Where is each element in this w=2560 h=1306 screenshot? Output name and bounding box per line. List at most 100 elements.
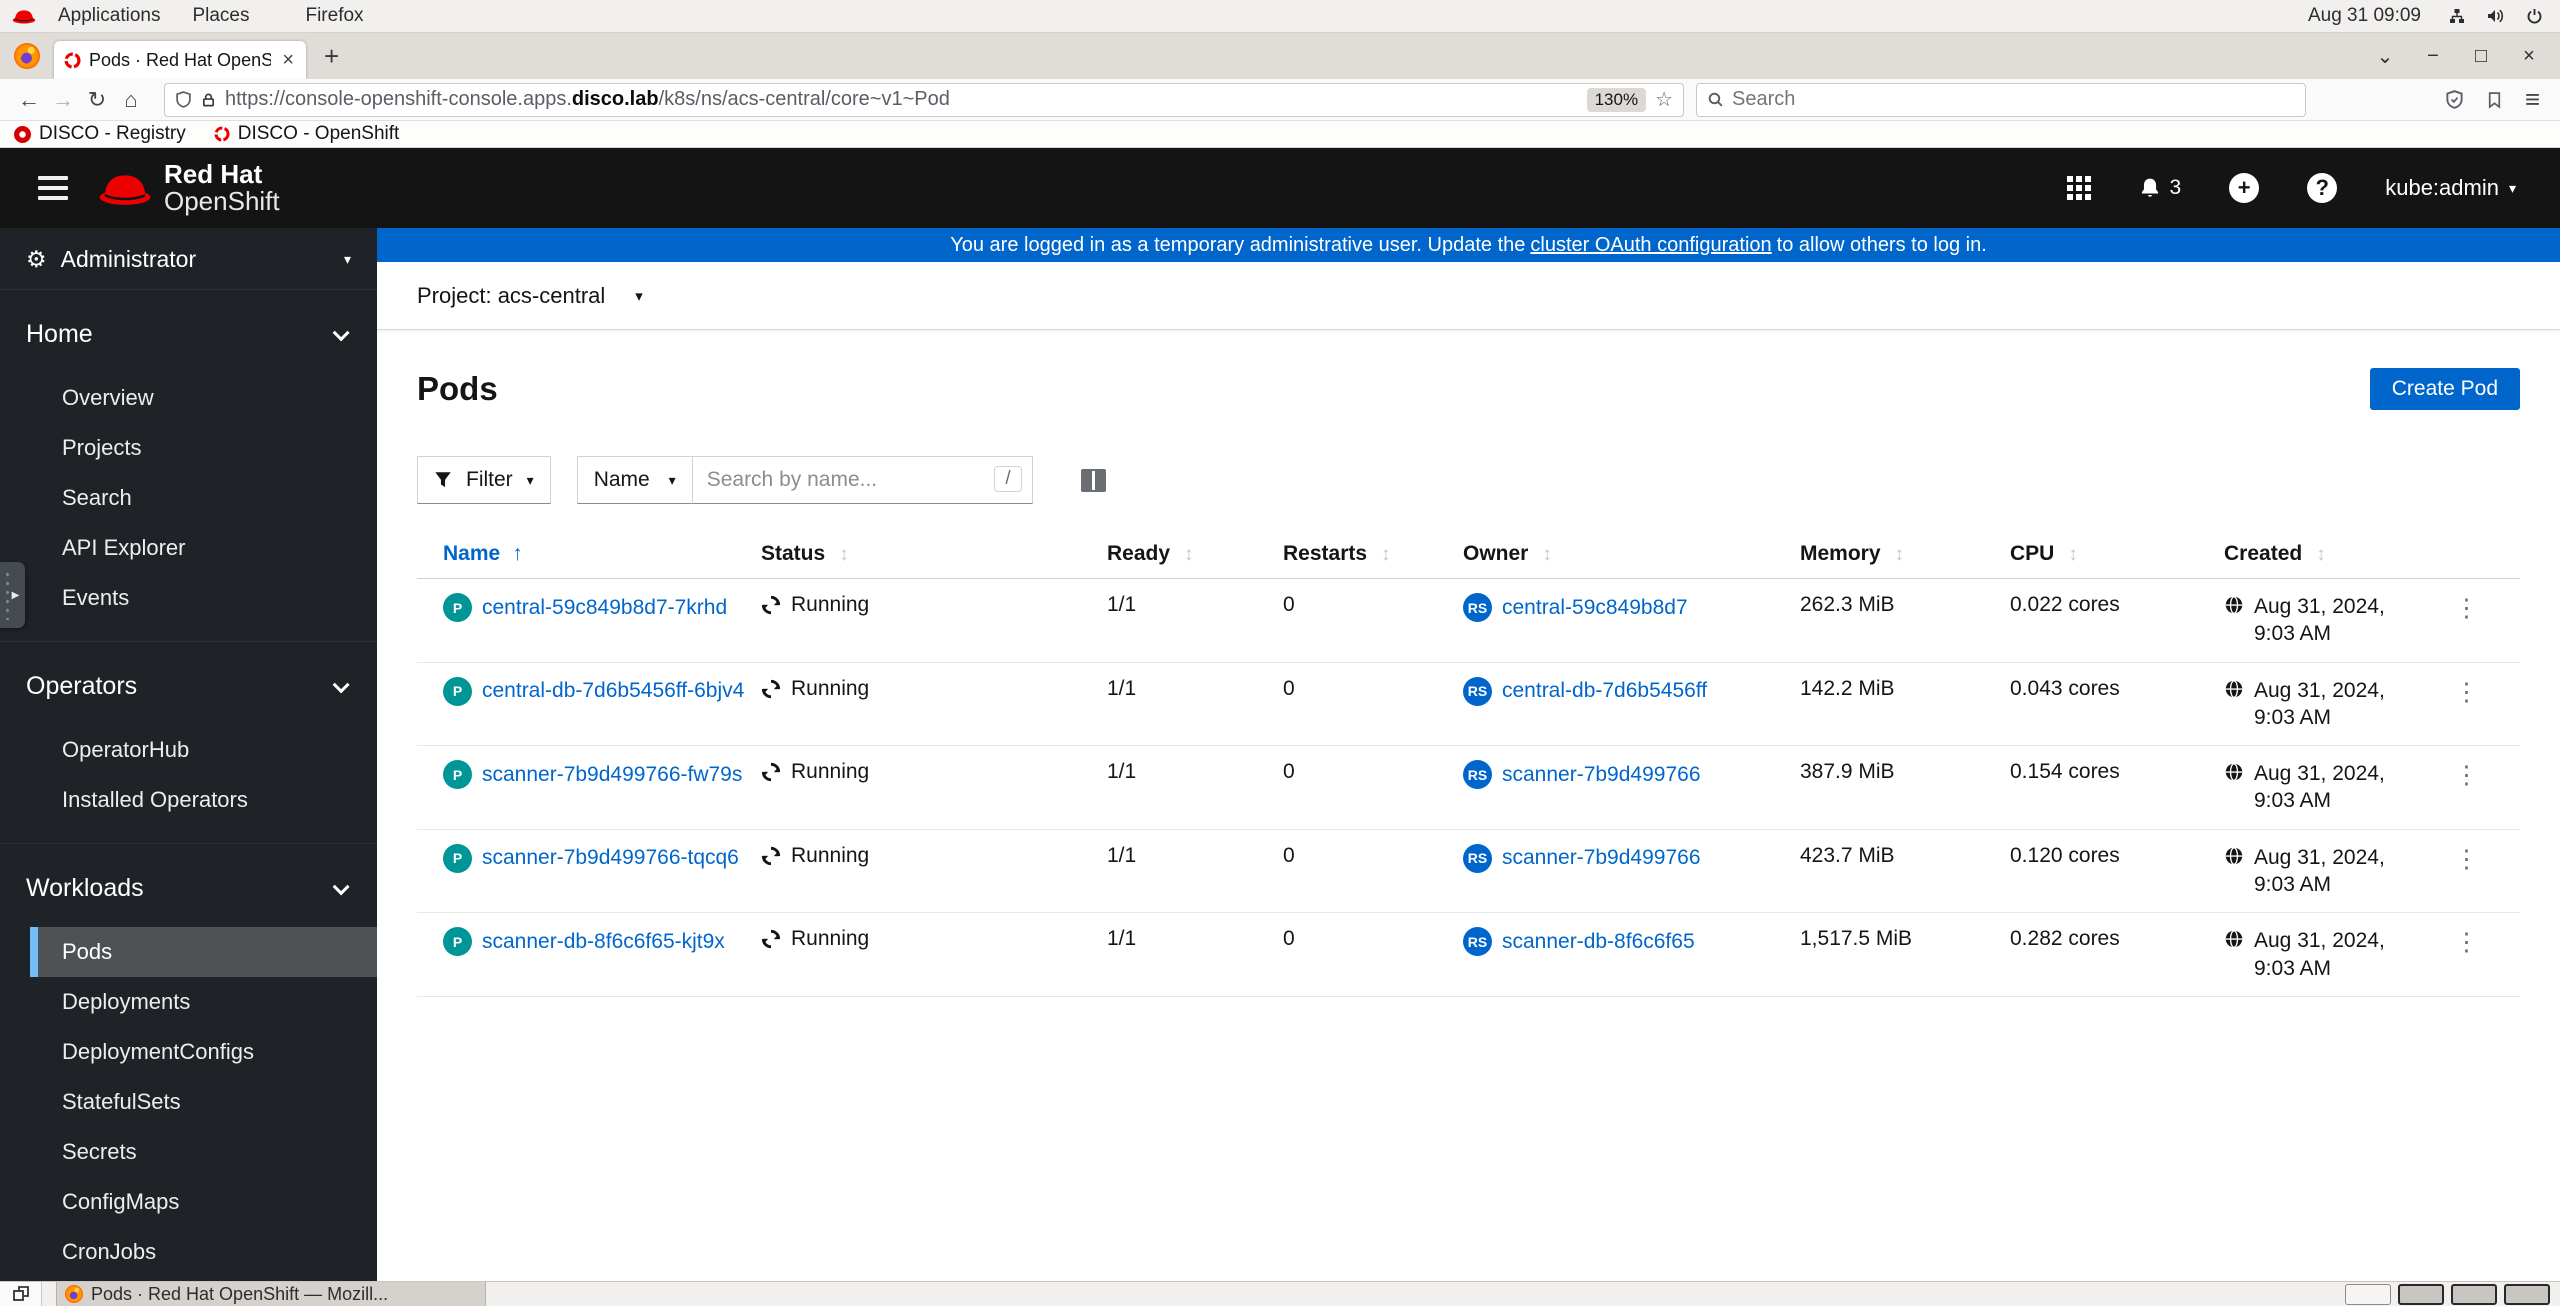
sidebar-item-api-explorer[interactable]: API Explorer — [30, 523, 377, 573]
user-menu[interactable]: kube:admin ▾ — [2385, 175, 2516, 201]
perspective-switcher[interactable]: ⚙ Administrator ▾ — [0, 228, 377, 290]
sidebar-item-pods[interactable]: Pods — [30, 927, 377, 977]
sidebar-section-operators[interactable]: Operators — [0, 656, 377, 725]
search-attribute-dropdown[interactable]: Name ▾ — [576, 456, 693, 504]
reload-button[interactable]: ↻ — [80, 87, 114, 113]
nav-toggle-icon[interactable] — [38, 176, 68, 200]
oauth-configuration-link[interactable]: cluster OAuth configuration — [1530, 234, 1771, 257]
owner-link[interactable]: scanner-7b9d499766 — [1502, 763, 1701, 787]
list-toolbar: Filter ▾ Name ▾ / — [417, 456, 2520, 504]
browser-tab[interactable]: Pods · Red Hat OpenShift × — [54, 41, 306, 79]
sidebar-item-cronjobs[interactable]: CronJobs — [30, 1227, 377, 1277]
pod-link[interactable]: scanner-db-8f6c6f65-kjt9x — [482, 930, 725, 954]
notifications-button[interactable]: 3 — [2139, 176, 2181, 200]
sidebar-section-workloads[interactable]: Workloads — [0, 858, 377, 927]
kebab-menu-icon[interactable]: ⋮ — [2448, 845, 2485, 873]
sidebar-item-statefulsets[interactable]: StatefulSets — [30, 1077, 377, 1127]
overlay-handle[interactable]: ▶ — [0, 562, 25, 628]
sidebar-item-deployments[interactable]: Deployments — [30, 977, 377, 1027]
protections-shield-icon[interactable] — [2445, 90, 2464, 109]
column-header-memory[interactable]: Memory ↕ — [1800, 530, 2010, 579]
status-text: Running — [791, 760, 870, 784]
zoom-indicator[interactable]: 130% — [1586, 87, 1647, 112]
workspace-2[interactable] — [2398, 1283, 2444, 1305]
column-header-owner[interactable]: Owner ↕ — [1463, 530, 1800, 579]
lock-icon[interactable] — [201, 92, 216, 108]
menu-applications[interactable]: Applications — [42, 5, 176, 27]
taskbar-window-item[interactable]: Pods · Red Hat OpenShift — Mozill... — [56, 1282, 486, 1306]
sidebar-item-configmaps[interactable]: ConfigMaps — [30, 1177, 377, 1227]
tab-close-icon[interactable]: × — [280, 49, 296, 72]
sidebar-item-events[interactable]: Events — [30, 573, 377, 623]
sidebar-item-installed-operators[interactable]: Installed Operators — [30, 775, 377, 825]
tab-title: Pods · Red Hat OpenShift — [89, 49, 272, 70]
sort-icon: ↕ — [1894, 544, 1905, 565]
network-icon[interactable] — [2447, 8, 2467, 24]
owner-link[interactable]: central-db-7d6b5456ff — [1502, 679, 1707, 703]
sidebar-item-search[interactable]: Search — [30, 473, 377, 523]
menu-places[interactable]: Places — [176, 5, 265, 27]
sidebar-item-operatorhub[interactable]: OperatorHub — [30, 725, 377, 775]
import-yaml-button[interactable]: + — [2229, 173, 2260, 203]
clock[interactable]: Aug 31 09:09 — [2308, 5, 2421, 27]
bookmark-star-icon[interactable]: ☆ — [1655, 87, 1673, 112]
sidebar-item-secrets[interactable]: Secrets — [30, 1127, 377, 1177]
kebab-menu-icon[interactable]: ⋮ — [2448, 678, 2485, 706]
window-close-button[interactable]: × — [2520, 45, 2538, 68]
pod-link[interactable]: scanner-7b9d499766-fw79s — [482, 763, 742, 787]
minimize-button[interactable]: − — [2424, 45, 2442, 68]
maximize-button[interactable]: □ — [2472, 45, 2490, 68]
kebab-menu-icon[interactable]: ⋮ — [2448, 928, 2485, 956]
memory-text: 423.7 MiB — [1800, 843, 1895, 867]
forward-button[interactable]: → — [46, 87, 80, 113]
brand-logo[interactable]: Red Hat OpenShift — [98, 160, 280, 216]
permissions-shield-icon[interactable] — [175, 91, 192, 108]
power-icon[interactable] — [2525, 8, 2544, 24]
back-button[interactable]: ← — [12, 87, 46, 113]
column-header-restarts[interactable]: Restarts ↕ — [1283, 530, 1463, 579]
filter-dropdown[interactable]: Filter ▾ — [417, 456, 551, 504]
column-header-created[interactable]: Created ↕ — [2224, 530, 2430, 579]
kebab-menu-icon[interactable]: ⋮ — [2448, 594, 2485, 622]
status-text: Running — [791, 843, 870, 867]
column-header-name[interactable]: Name ↑ — [417, 530, 761, 579]
pod-link[interactable]: central-db-7d6b5456ff-6bjv4 — [482, 679, 744, 703]
help-button[interactable]: ? — [2307, 173, 2338, 203]
owner-link[interactable]: scanner-db-8f6c6f65 — [1502, 930, 1695, 954]
column-header-cpu[interactable]: CPU ↕ — [2010, 530, 2224, 579]
browser-search-input[interactable] — [1732, 88, 2295, 111]
sidebar-item-projects[interactable]: Projects — [30, 423, 377, 473]
bookmark-disco-registry[interactable]: DISCO - Registry — [14, 123, 186, 145]
app-launcher-icon[interactable] — [2066, 176, 2091, 200]
manage-columns-icon[interactable] — [1080, 468, 1106, 492]
volume-icon[interactable] — [2485, 8, 2507, 24]
app-menu-icon[interactable]: ≡ — [2525, 84, 2540, 115]
new-tab-button[interactable]: + — [324, 41, 339, 72]
name-search-input[interactable] — [692, 468, 1032, 492]
kebab-menu-icon[interactable]: ⋮ — [2448, 761, 2485, 789]
sidebar-item-overview[interactable]: Overview — [30, 373, 377, 423]
pod-link[interactable]: scanner-7b9d499766-tqcq6 — [482, 846, 739, 870]
project-selector[interactable]: Project: acs-central ▾ — [417, 283, 643, 309]
create-pod-button[interactable]: Create Pod — [2369, 368, 2520, 410]
window-list-button[interactable] — [0, 1282, 42, 1306]
workspace-1[interactable] — [2345, 1283, 2391, 1305]
owner-link[interactable]: scanner-7b9d499766 — [1502, 846, 1701, 870]
pod-link[interactable]: central-59c849b8d7-7krhd — [482, 596, 727, 620]
browser-search[interactable] — [1696, 82, 2306, 117]
workspace-3[interactable] — [2451, 1283, 2497, 1305]
menu-firefox[interactable]: Firefox — [289, 5, 379, 27]
library-icon[interactable] — [2486, 91, 2503, 109]
screen: Applications Places Firefox Aug 31 09:09… — [0, 0, 2560, 1306]
column-header-ready[interactable]: Ready ↕ — [1107, 530, 1283, 579]
owner-link[interactable]: central-59c849b8d7 — [1502, 596, 1688, 620]
list-all-tabs-icon[interactable]: ⌄ — [2376, 44, 2394, 69]
workspace-4[interactable] — [2504, 1283, 2550, 1305]
sidebar-item-deploymentconfigs[interactable]: DeploymentConfigs — [30, 1027, 377, 1077]
column-header-status[interactable]: Status ↕ — [761, 530, 1107, 579]
sidebar-section-home[interactable]: Home — [0, 304, 377, 373]
url-bar[interactable]: https://console-openshift-console.apps.d… — [164, 82, 1684, 117]
firefox-icon — [14, 43, 40, 69]
bookmark-disco-openshift[interactable]: DISCO - OpenShift — [214, 123, 399, 145]
home-button[interactable]: ⌂ — [114, 87, 148, 113]
